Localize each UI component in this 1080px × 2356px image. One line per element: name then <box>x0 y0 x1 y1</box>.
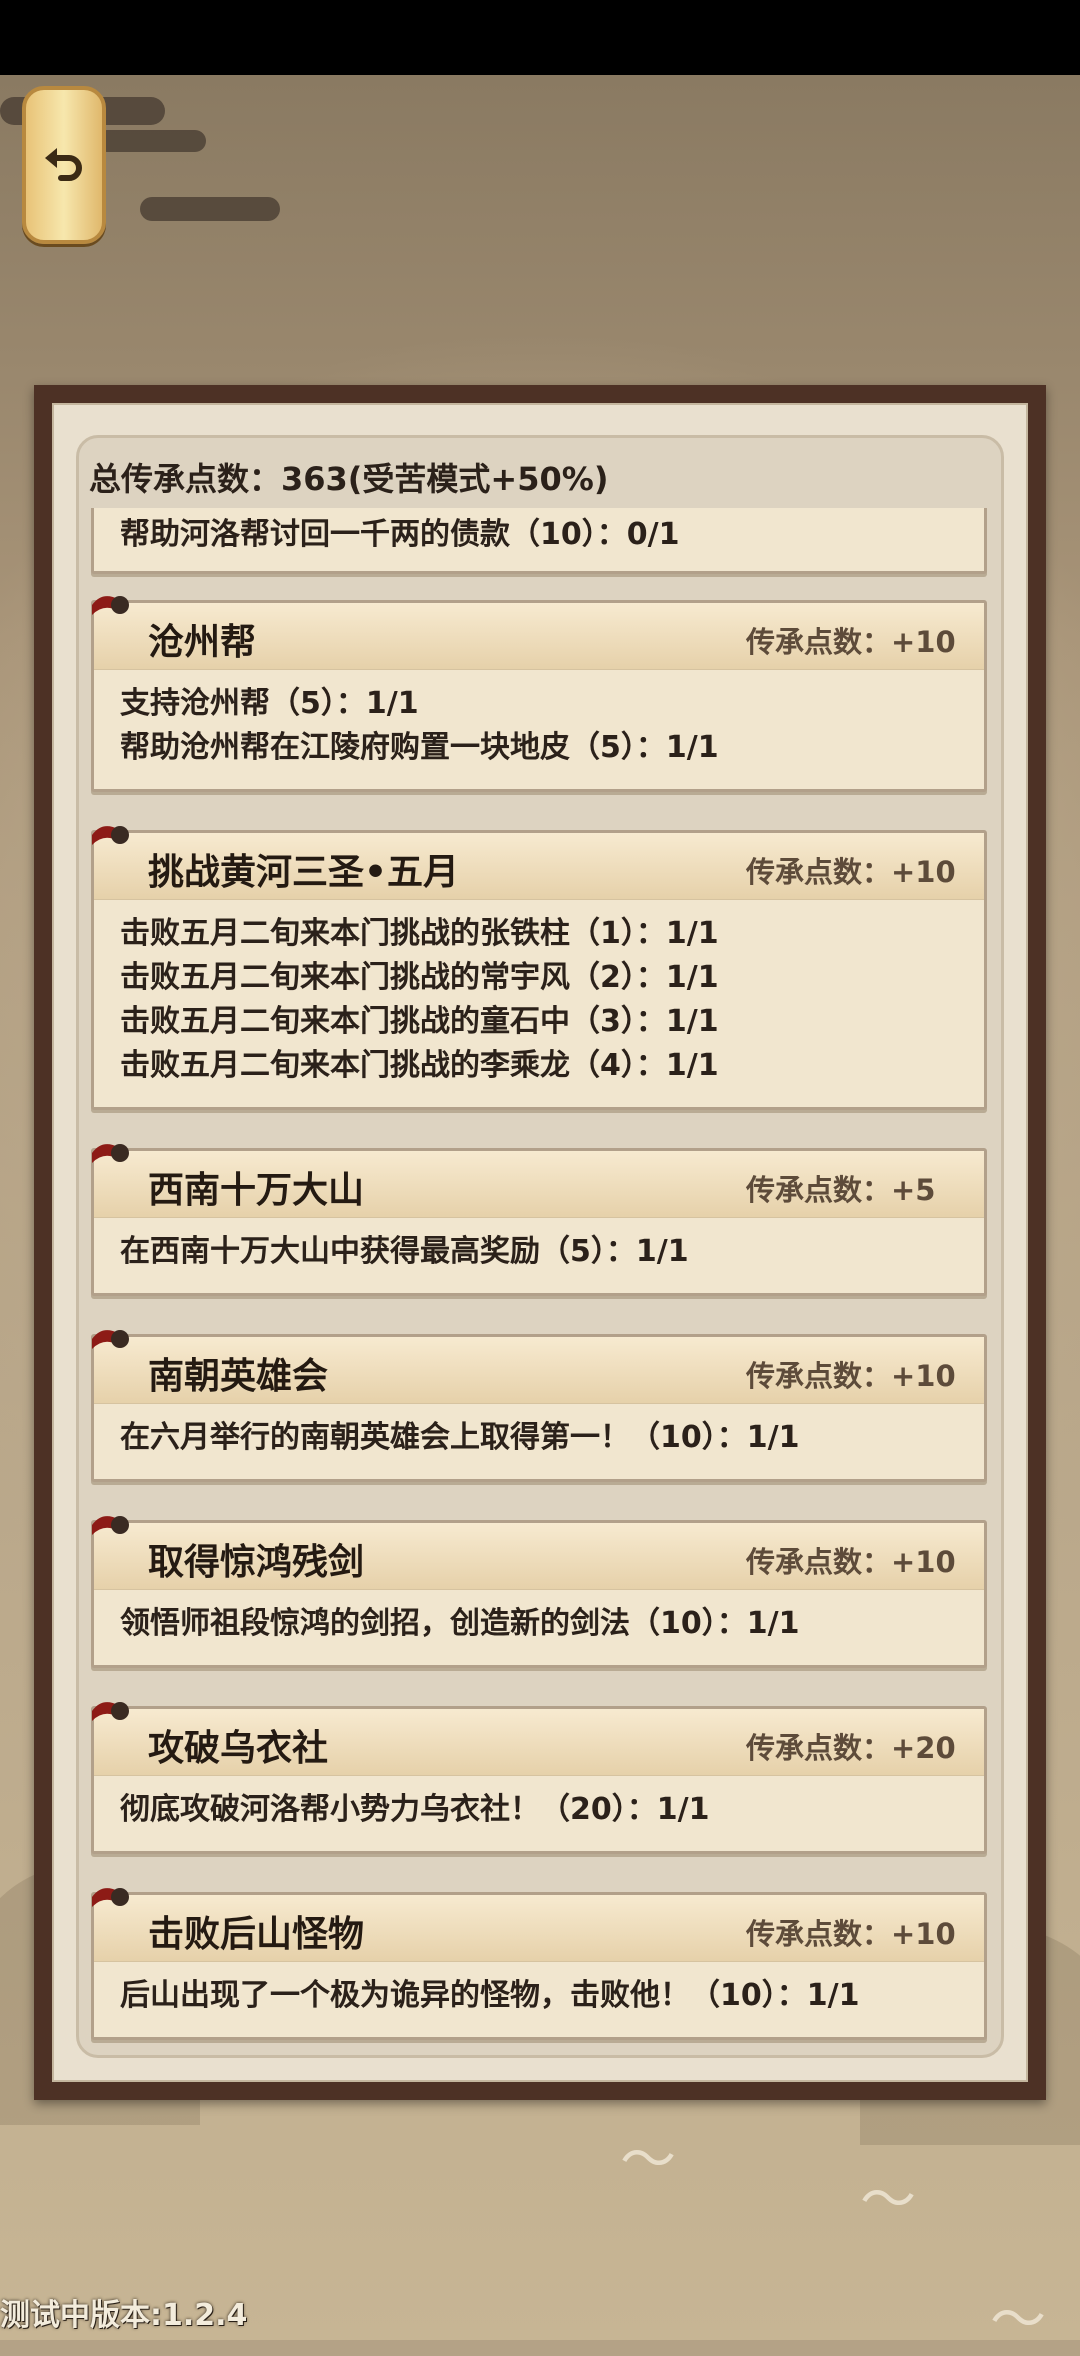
card-points: 传承点数：+10 <box>746 1917 956 1951</box>
achievement-line: 帮助沧州帮在江陵府购置一块地皮（5）：1/1 <box>120 730 719 765</box>
card-points: 传承点数：+20 <box>746 1731 956 1765</box>
achievement-line: 击败五月二旬来本门挑战的常宇风（2）：1/1 <box>120 960 719 995</box>
achievement-line: 支持沧州帮（5）：1/1 <box>120 686 419 721</box>
achievement-line: 帮助河洛帮讨回一千两的债款（10）：0/1 <box>120 517 680 552</box>
achievement-list-box: 总传承点数：363(受苦模式+50%) 帮助河洛帮讨回一千两的债款（10）：0/… <box>76 435 1004 2058</box>
inheritance-panel: 总传承点数：363(受苦模式+50%) 帮助河洛帮讨回一千两的债款（10）：0/… <box>34 385 1046 2100</box>
achievement-card-partial: 帮助河洛帮讨回一千两的债款（10）：0/1 <box>91 508 987 574</box>
achievement-line: 后山出现了一个极为诡异的怪物，击败他！（10）：1/1 <box>120 1978 860 2013</box>
ribbon-icon <box>92 826 129 845</box>
card-header: 挑战黄河三圣•五月 传承点数：+10 <box>92 826 984 900</box>
achievement-line: 领悟师祖段惊鸿的剑招，创造新的剑法（10）：1/1 <box>120 1606 800 1641</box>
card-title: 沧州帮 <box>148 622 257 663</box>
card-points: 传承点数：+10 <box>746 855 956 889</box>
card-points: 传承点数：+10 <box>746 1545 956 1579</box>
card-header: 沧州帮 传承点数：+10 <box>92 596 984 670</box>
bird-decoration: 〜 <box>620 2128 676 2193</box>
card-header: 攻破乌衣社 传承点数：+20 <box>92 1702 984 1776</box>
card-points: 传承点数：+10 <box>746 1359 956 1393</box>
undo-arrow-icon <box>45 148 82 181</box>
achievement-line: 击败五月二旬来本门挑战的童石中（3）：1/1 <box>120 1004 719 1039</box>
card-title: 挑战黄河三圣•五月 <box>148 852 460 893</box>
ribbon-icon <box>92 1516 129 1535</box>
achievement-line: 彻底攻破河洛帮小势力乌衣社！（20）：1/1 <box>120 1792 710 1827</box>
status-bar <box>0 0 1080 75</box>
achievement-card: 南朝英雄会 传承点数：+10 在六月举行的南朝英雄会上取得第一！（10）：1/1 <box>91 1330 987 1482</box>
total-points-label: 总传承点数：363(受苦模式+50%) <box>89 460 609 498</box>
back-button[interactable] <box>22 86 106 244</box>
achievement-line: 击败五月二旬来本门挑战的张铁柱（1）：1/1 <box>120 916 719 951</box>
achievement-line: 击败五月二旬来本门挑战的李乘龙（4）：1/1 <box>120 1048 719 1083</box>
ribbon-icon <box>92 1330 129 1349</box>
ribbon-icon <box>92 1144 129 1163</box>
card-header: 西南十万大山 传承点数：+5 <box>92 1144 984 1218</box>
card-points: 传承点数：+5 <box>746 1173 936 1207</box>
achievement-card: 沧州帮 传承点数：+10 支持沧州帮（5）：1/1 帮助沧州帮在江陵府购置一块地… <box>91 596 987 792</box>
card-points: 传承点数：+10 <box>746 625 956 659</box>
ribbon-icon <box>92 596 129 615</box>
achievement-line: 在六月举行的南朝英雄会上取得第一！（10）：1/1 <box>120 1420 800 1455</box>
version-label: 测试中版本:1.2.4 <box>0 2298 248 2333</box>
achievement-list[interactable]: 帮助河洛帮讨回一千两的债款（10）：0/1 沧州帮 传承点数：+10 支持沧州帮… <box>79 508 1001 2055</box>
ribbon-icon <box>92 1702 129 1721</box>
card-title: 取得惊鸿残剑 <box>148 1542 365 1583</box>
achievement-card: 取得惊鸿残剑 传承点数：+10 领悟师祖段惊鸿的剑招，创造新的剑法（10）：1/… <box>91 1516 987 1668</box>
ribbon-icon <box>92 1888 129 1907</box>
card-title: 南朝英雄会 <box>148 1356 329 1397</box>
card-header: 击败后山怪物 传承点数：+10 <box>92 1888 984 1962</box>
card-header: 南朝英雄会 传承点数：+10 <box>92 1330 984 1404</box>
card-header: 取得惊鸿残剑 传承点数：+10 <box>92 1516 984 1590</box>
card-title: 西南十万大山 <box>148 1170 365 1211</box>
achievement-card: 攻破乌衣社 传承点数：+20 彻底攻破河洛帮小势力乌衣社！（20）：1/1 <box>91 1702 987 1854</box>
achievement-card: 挑战黄河三圣•五月 传承点数：+10 击败五月二旬来本门挑战的张铁柱（1）：1/… <box>91 826 987 1110</box>
achievement-card: 击败后山怪物 传承点数：+10 后山出现了一个极为诡异的怪物，击败他！（10）：… <box>91 1888 987 2040</box>
card-title: 击败后山怪物 <box>148 1914 365 1955</box>
achievement-line: 在西南十万大山中获得最高奖励（5）：1/1 <box>120 1234 689 1269</box>
card-title: 攻破乌衣社 <box>148 1728 329 1769</box>
achievement-card: 西南十万大山 传承点数：+5 在西南十万大山中获得最高奖励（5）：1/1 <box>91 1144 987 1296</box>
